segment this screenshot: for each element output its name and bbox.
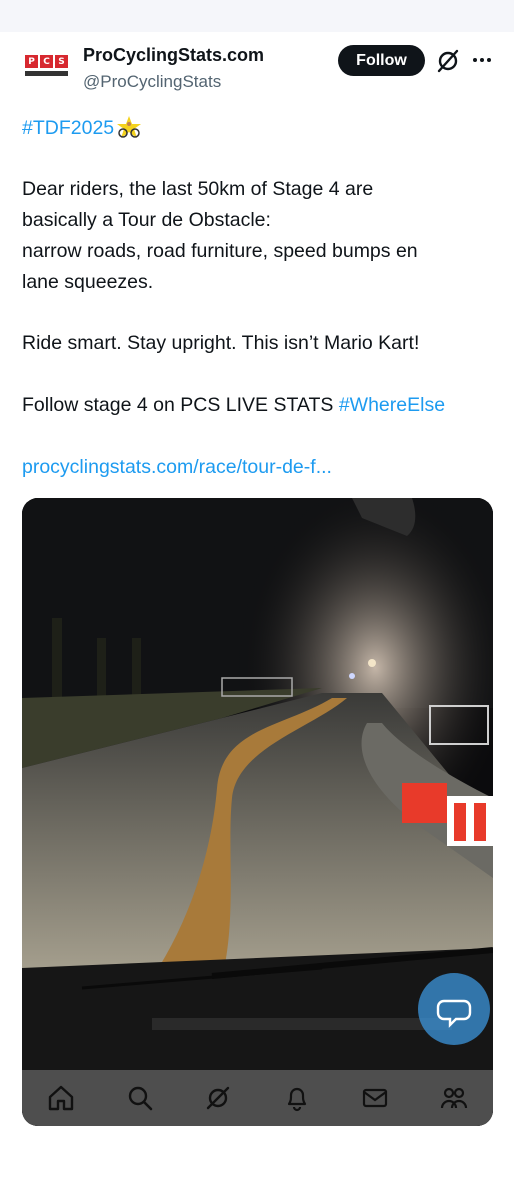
notifications-icon[interactable] (282, 1083, 312, 1113)
post-text-line: Dear riders, the last 50km of Stage 4 ar… (22, 178, 374, 200)
status-bar (0, 0, 514, 32)
post-text-line: narrow roads, road furniture, speed bump… (22, 240, 418, 262)
avatar-letter: P (25, 55, 38, 68)
post-text-line: lane squeezes. (22, 271, 154, 293)
avatar-letter: C (40, 55, 53, 68)
post-media[interactable] (22, 498, 493, 1126)
post-text-line: Follow stage 4 on PCS LIVE STATS #WhereE… (22, 390, 445, 421)
search-icon[interactable] (125, 1083, 155, 1113)
grok-icon[interactable] (203, 1083, 233, 1113)
avatar-letter: S (55, 55, 68, 68)
user-handle[interactable]: @ProCyclingStats (83, 72, 221, 92)
avatar[interactable]: P C S (22, 52, 72, 82)
follow-button[interactable]: Follow (338, 45, 425, 76)
hashtag-link[interactable]: #WhereElse (339, 394, 445, 416)
post-text: Follow stage 4 on PCS LIVE STATS (22, 394, 339, 416)
grok-icon[interactable] (434, 47, 462, 75)
display-name[interactable]: ProCyclingStats.com (83, 45, 264, 66)
messages-icon[interactable] (360, 1083, 390, 1113)
chat-icon (436, 999, 472, 1028)
post-text-line: basically a Tour de Obstacle: (22, 209, 271, 231)
avatar-bar (25, 71, 68, 76)
more-icon[interactable] (470, 48, 494, 72)
hashtag-link[interactable]: #TDF2025 (22, 117, 114, 139)
post-text-line: Ride smart. Stay upright. This isn’t Mar… (22, 332, 420, 354)
cyclist-emoji (117, 116, 142, 138)
communities-icon[interactable] (439, 1083, 469, 1113)
bottom-nav (22, 1070, 493, 1126)
post-link[interactable]: procyclingstats.com/race/tour-de-f... (22, 452, 332, 483)
compose-button[interactable] (418, 973, 490, 1045)
home-icon[interactable] (46, 1083, 76, 1113)
post-hashtag-line: #TDF2025 (22, 113, 142, 144)
